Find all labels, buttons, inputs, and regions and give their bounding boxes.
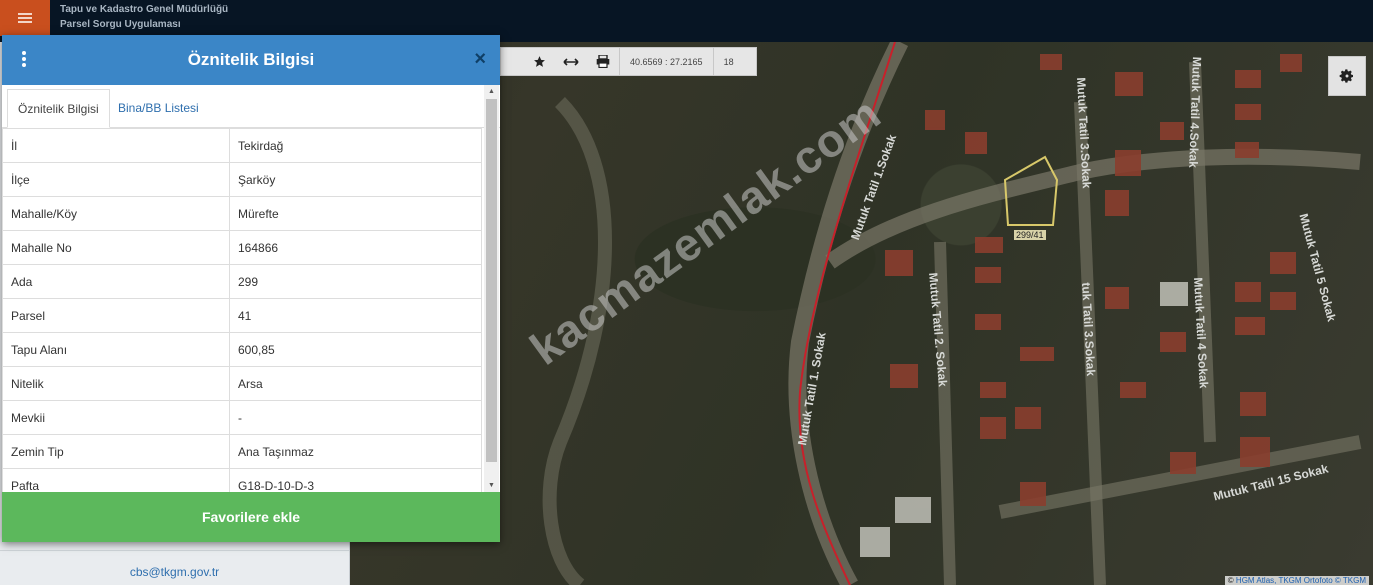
map-toolbar: 40.6569 : 27.2165 18 (500, 47, 757, 76)
table-row: Mevkii - (2, 400, 482, 435)
menu-icon (18, 11, 32, 25)
scroll-thumb[interactable] (486, 99, 497, 462)
gear-icon (1339, 69, 1353, 83)
attribute-value: 600,85 (229, 332, 482, 367)
zoom-level: 18 (723, 56, 734, 67)
table-row: İl Tekirdağ (2, 128, 482, 163)
map-attribution: © HGM Atlas, TKGM Ortofoto © TKGM (1224, 576, 1369, 585)
star-icon (533, 56, 545, 67)
table-row: Mahalle No 164866 (2, 230, 482, 265)
attribute-key: Mahalle No (2, 230, 230, 265)
attribute-value: Tekirdağ (229, 128, 482, 163)
settings-button[interactable] (1328, 56, 1366, 96)
attribute-key: Mahalle/Köy (2, 196, 230, 231)
print-button[interactable] (587, 48, 619, 75)
dialog-title: Öznitelik Bilgisi (187, 50, 315, 69)
app-title: Parsel Sorgu Uygulaması (60, 19, 181, 30)
attribute-key: Tapu Alanı (2, 332, 230, 367)
coordinate-readout: 40.6569 : 27.2165 (630, 56, 703, 67)
attribute-value: Arsa (229, 366, 482, 401)
add-favorite-button[interactable]: Favorilere ekle (2, 492, 500, 542)
parcel-label[interactable]: 299/41 (1014, 230, 1046, 240)
attribute-value: Şarköy (229, 162, 482, 197)
attribute-value: Mürefte (229, 196, 482, 231)
attribute-value: 41 (229, 298, 482, 333)
table-row: İlçe Şarköy (2, 162, 482, 197)
attribute-key: Mevkii (2, 400, 230, 435)
attribution-prefix: © (1227, 576, 1236, 585)
attribute-key: İl (2, 128, 230, 163)
attribute-key: Parsel (2, 298, 230, 333)
attribute-value: 299 (229, 264, 482, 299)
contact-email-link[interactable]: cbs@tkgm.gov.tr (0, 565, 349, 579)
tab-attributes[interactable]: Öznitelik Bilgisi (7, 89, 110, 128)
attribution-links[interactable]: HGM Atlas, TKGM Ortofoto © (1236, 576, 1341, 585)
table-row: Zemin Tip Ana Taşınmaz (2, 434, 482, 469)
table-row: Tapu Alanı 600,85 (2, 332, 482, 367)
scroll-up-icon[interactable]: ▲ (488, 88, 495, 95)
dialog-header: Öznitelik Bilgisi × (2, 35, 500, 85)
table-row: Pafta G18-D-10-D-3 (2, 468, 482, 492)
attribute-value: 164866 (229, 230, 482, 265)
attribute-key: İlçe (2, 162, 230, 197)
attribute-key: Pafta (2, 468, 230, 492)
org-title: Tapu ve Kadastro Genel Müdürlüğü (60, 4, 229, 15)
tab-building-list[interactable]: Bina/BB Listesi (108, 89, 209, 126)
favorite-star-button[interactable] (523, 48, 555, 75)
attribute-dialog: Öznitelik Bilgisi × Öznitelik Bilgisi Bi… (2, 35, 500, 542)
table-row: Nitelik Arsa (2, 366, 482, 401)
table-row: Ada 299 (2, 264, 482, 299)
attribution-tkgm[interactable]: TKGM (1343, 576, 1366, 585)
close-icon[interactable]: × (474, 48, 486, 71)
attribute-key: Zemin Tip (2, 434, 230, 469)
attribute-key: Nitelik (2, 366, 230, 401)
table-row: Mahalle/Köy Mürefte (2, 196, 482, 231)
measure-icon (563, 57, 579, 66)
dialog-scrollbar[interactable]: ▲ ▼ (484, 85, 499, 492)
app-title-block: Tapu ve Kadastro Genel Müdürlüğü Parsel … (60, 2, 228, 32)
dialog-tabs: Öznitelik Bilgisi Bina/BB Listesi (2, 85, 500, 128)
attribute-key: Ada (2, 264, 230, 299)
attribute-value: G18-D-10-D-3 (229, 468, 482, 492)
scroll-down-icon[interactable]: ▼ (488, 482, 495, 489)
dialog-body: Öznitelik Bilgisi Bina/BB Listesi İl Teki… (2, 85, 500, 492)
attribute-table: İl Tekirdağ İlçe Şarköy Mahalle/Köy Mürefte Ma… (2, 128, 482, 492)
attribute-value: - (229, 400, 482, 435)
measure-button[interactable] (555, 48, 587, 75)
menu-button[interactable] (0, 0, 50, 36)
print-icon (596, 55, 610, 68)
attribute-value: Ana Taşınmaz (229, 434, 482, 469)
table-row: Parsel 41 (2, 298, 482, 333)
